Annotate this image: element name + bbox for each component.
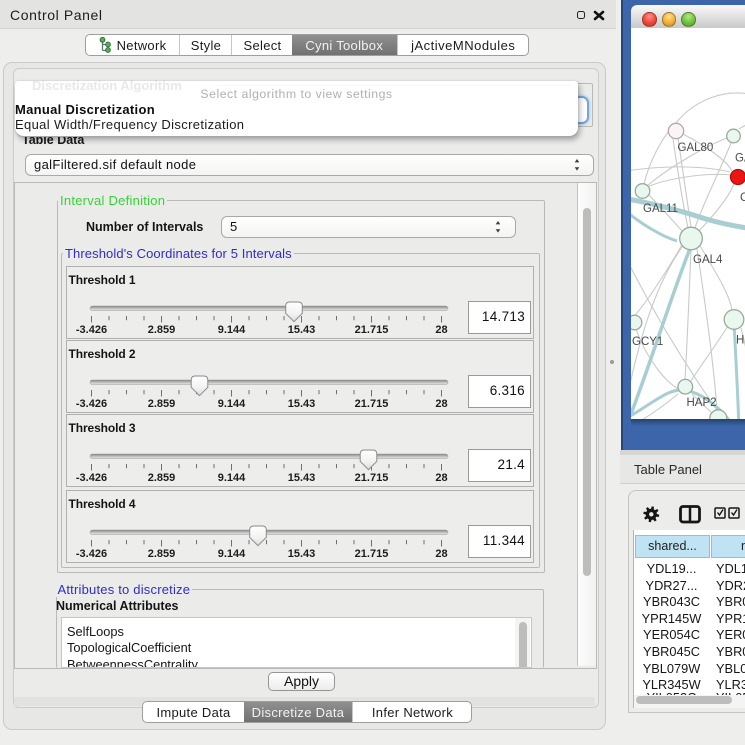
svg-text:9.144: 9.144 [218,548,246,560]
svg-text:-3.426: -3.426 [76,472,107,484]
svg-text:28: 28 [435,548,447,560]
svg-text:-3.426: -3.426 [76,548,107,560]
svg-text:15.43: 15.43 [288,324,316,336]
svg-text:21.715: 21.715 [355,548,389,560]
svg-text:9.144: 9.144 [218,398,246,410]
svg-text:HAP2: HAP2 [686,397,716,409]
svg-text:15.43: 15.43 [288,398,316,410]
svg-text:GA: GA [735,152,745,164]
svg-text:9.144: 9.144 [218,324,246,336]
svg-text:2.859: 2.859 [148,398,176,410]
svg-text:H: H [736,334,744,346]
svg-text:-3.426: -3.426 [76,324,107,336]
svg-text:GAL4: GAL4 [693,254,723,266]
svg-text:2.859: 2.859 [148,472,176,484]
svg-text:28: 28 [435,472,447,484]
svg-text:9.144: 9.144 [218,472,246,484]
svg-text:21.715: 21.715 [355,472,389,484]
svg-text:GCY1: GCY1 [632,336,663,348]
svg-text:21.715: 21.715 [355,324,389,336]
svg-text:15.43: 15.43 [288,548,316,560]
svg-text:28: 28 [435,324,447,336]
svg-text:2.859: 2.859 [148,548,176,560]
svg-text:GAL11: GAL11 [643,203,678,215]
svg-text:2.859: 2.859 [148,324,176,336]
svg-text:21.715: 21.715 [355,398,389,410]
svg-text:28: 28 [435,398,447,410]
svg-text:-3.426: -3.426 [76,398,107,410]
svg-text:15.43: 15.43 [288,472,316,484]
svg-text:GAL80: GAL80 [677,142,713,154]
svg-text:C: C [740,192,745,204]
